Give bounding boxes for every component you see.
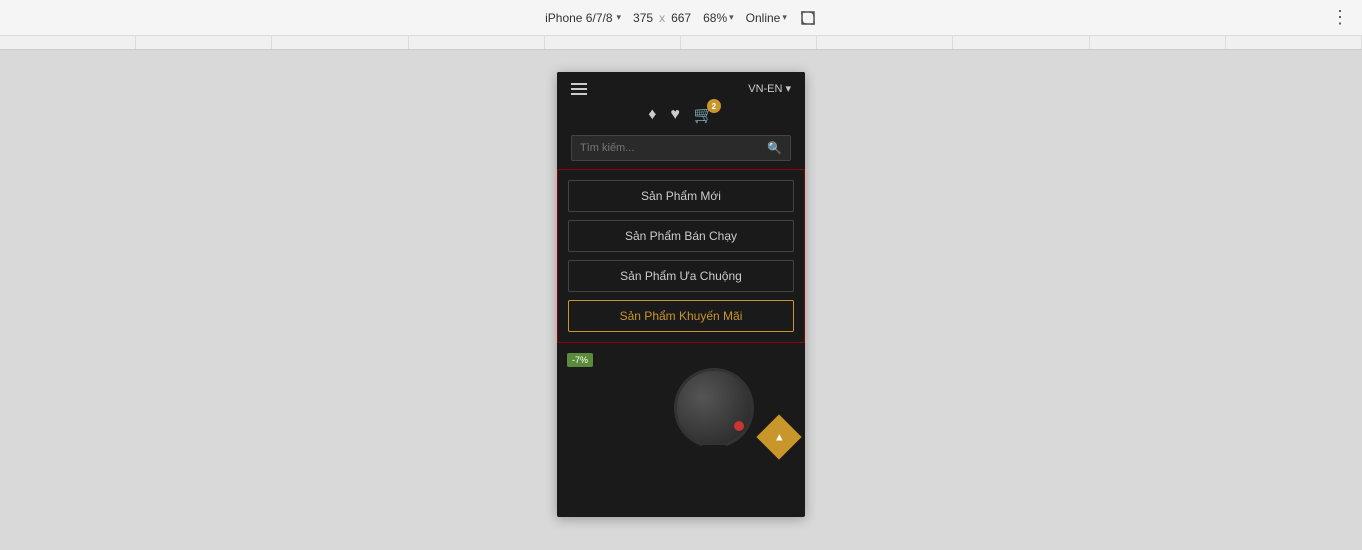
ruler-seg-4	[409, 36, 545, 49]
nav-item-promotions[interactable]: Sản Phẩm Khuyến Mãi	[568, 300, 794, 332]
nav-item-best-sellers[interactable]: Sản Phẩm Bán Chạy	[568, 220, 794, 252]
navigation-menu: Sản Phẩm Mới Sản Phẩm Bán Chạy Sản Phẩm …	[557, 169, 805, 343]
watch-image	[659, 353, 769, 463]
watch-face	[674, 368, 754, 448]
ruler-seg-8	[953, 36, 1089, 49]
ruler-seg-3	[272, 36, 408, 49]
wishlist-icon[interactable]: ♥	[670, 106, 680, 124]
zoom-selector[interactable]: 68% ▾	[703, 11, 734, 25]
lang-label: VN-EN	[748, 83, 782, 95]
main-canvas: VN-EN ▾ ♦ ♥ 🛒 2 🔍 Sản Phẩm Mới Sản Phẩm …	[0, 50, 1362, 550]
language-selector[interactable]: VN-EN ▾	[748, 82, 791, 95]
lang-chevron: ▾	[785, 82, 791, 95]
search-input[interactable]	[580, 142, 767, 154]
device-chevron: ▾	[617, 12, 622, 23]
ruler-seg-5	[545, 36, 681, 49]
dimensions-display: 375 x 667	[633, 11, 691, 25]
browser-toolbar: iPhone 6/7/8 ▾ 375 x 667 68% ▾ Online ▾ …	[0, 0, 1362, 36]
ruler-seg-1	[0, 36, 136, 49]
ruler-seg-10	[1226, 36, 1362, 49]
watch-crown	[734, 421, 744, 431]
height-value: 667	[671, 11, 691, 25]
more-button[interactable]: ⋮	[1331, 7, 1350, 28]
separator: x	[659, 11, 665, 25]
nav-item-new-products[interactable]: Sản Phẩm Mới	[568, 180, 794, 212]
zoom-chevron: ▾	[729, 12, 734, 23]
header-top-row: VN-EN ▾	[571, 82, 791, 95]
ruler-seg-2	[136, 36, 272, 49]
hamburger-menu-button[interactable]	[571, 83, 587, 95]
ruler-seg-7	[817, 36, 953, 49]
nav-item-favorites[interactable]: Sản Phẩm Ưa Chuộng	[568, 260, 794, 292]
watch-strap-bottom	[702, 445, 726, 463]
phone-frame: VN-EN ▾ ♦ ♥ 🛒 2 🔍 Sản Phẩm Mới Sản Phẩm …	[557, 72, 805, 517]
header-icons-row: ♦ ♥ 🛒 2	[571, 105, 791, 125]
search-submit-icon[interactable]: 🔍	[767, 141, 782, 155]
ruler-seg-6	[681, 36, 817, 49]
online-chevron: ▾	[782, 12, 787, 23]
device-name: iPhone 6/7/8	[545, 11, 612, 25]
product-preview-section: -7%	[557, 343, 805, 463]
cart-icon[interactable]: 🛒 2	[694, 105, 714, 125]
rotate-icon[interactable]	[799, 9, 817, 27]
user-icon[interactable]: ♦	[648, 106, 656, 124]
cart-count-badge: 2	[707, 99, 721, 113]
width-value: 375	[633, 11, 653, 25]
ruler	[0, 36, 1362, 50]
zoom-value: 68%	[703, 11, 727, 25]
phone-header: VN-EN ▾ ♦ ♥ 🛒 2 🔍	[557, 72, 805, 169]
search-bar: 🔍	[571, 135, 791, 161]
online-selector[interactable]: Online ▾	[746, 11, 787, 25]
discount-badge: -7%	[567, 353, 593, 367]
online-status: Online	[746, 11, 781, 25]
device-selector[interactable]: iPhone 6/7/8 ▾	[545, 11, 621, 25]
ruler-seg-9	[1090, 36, 1226, 49]
